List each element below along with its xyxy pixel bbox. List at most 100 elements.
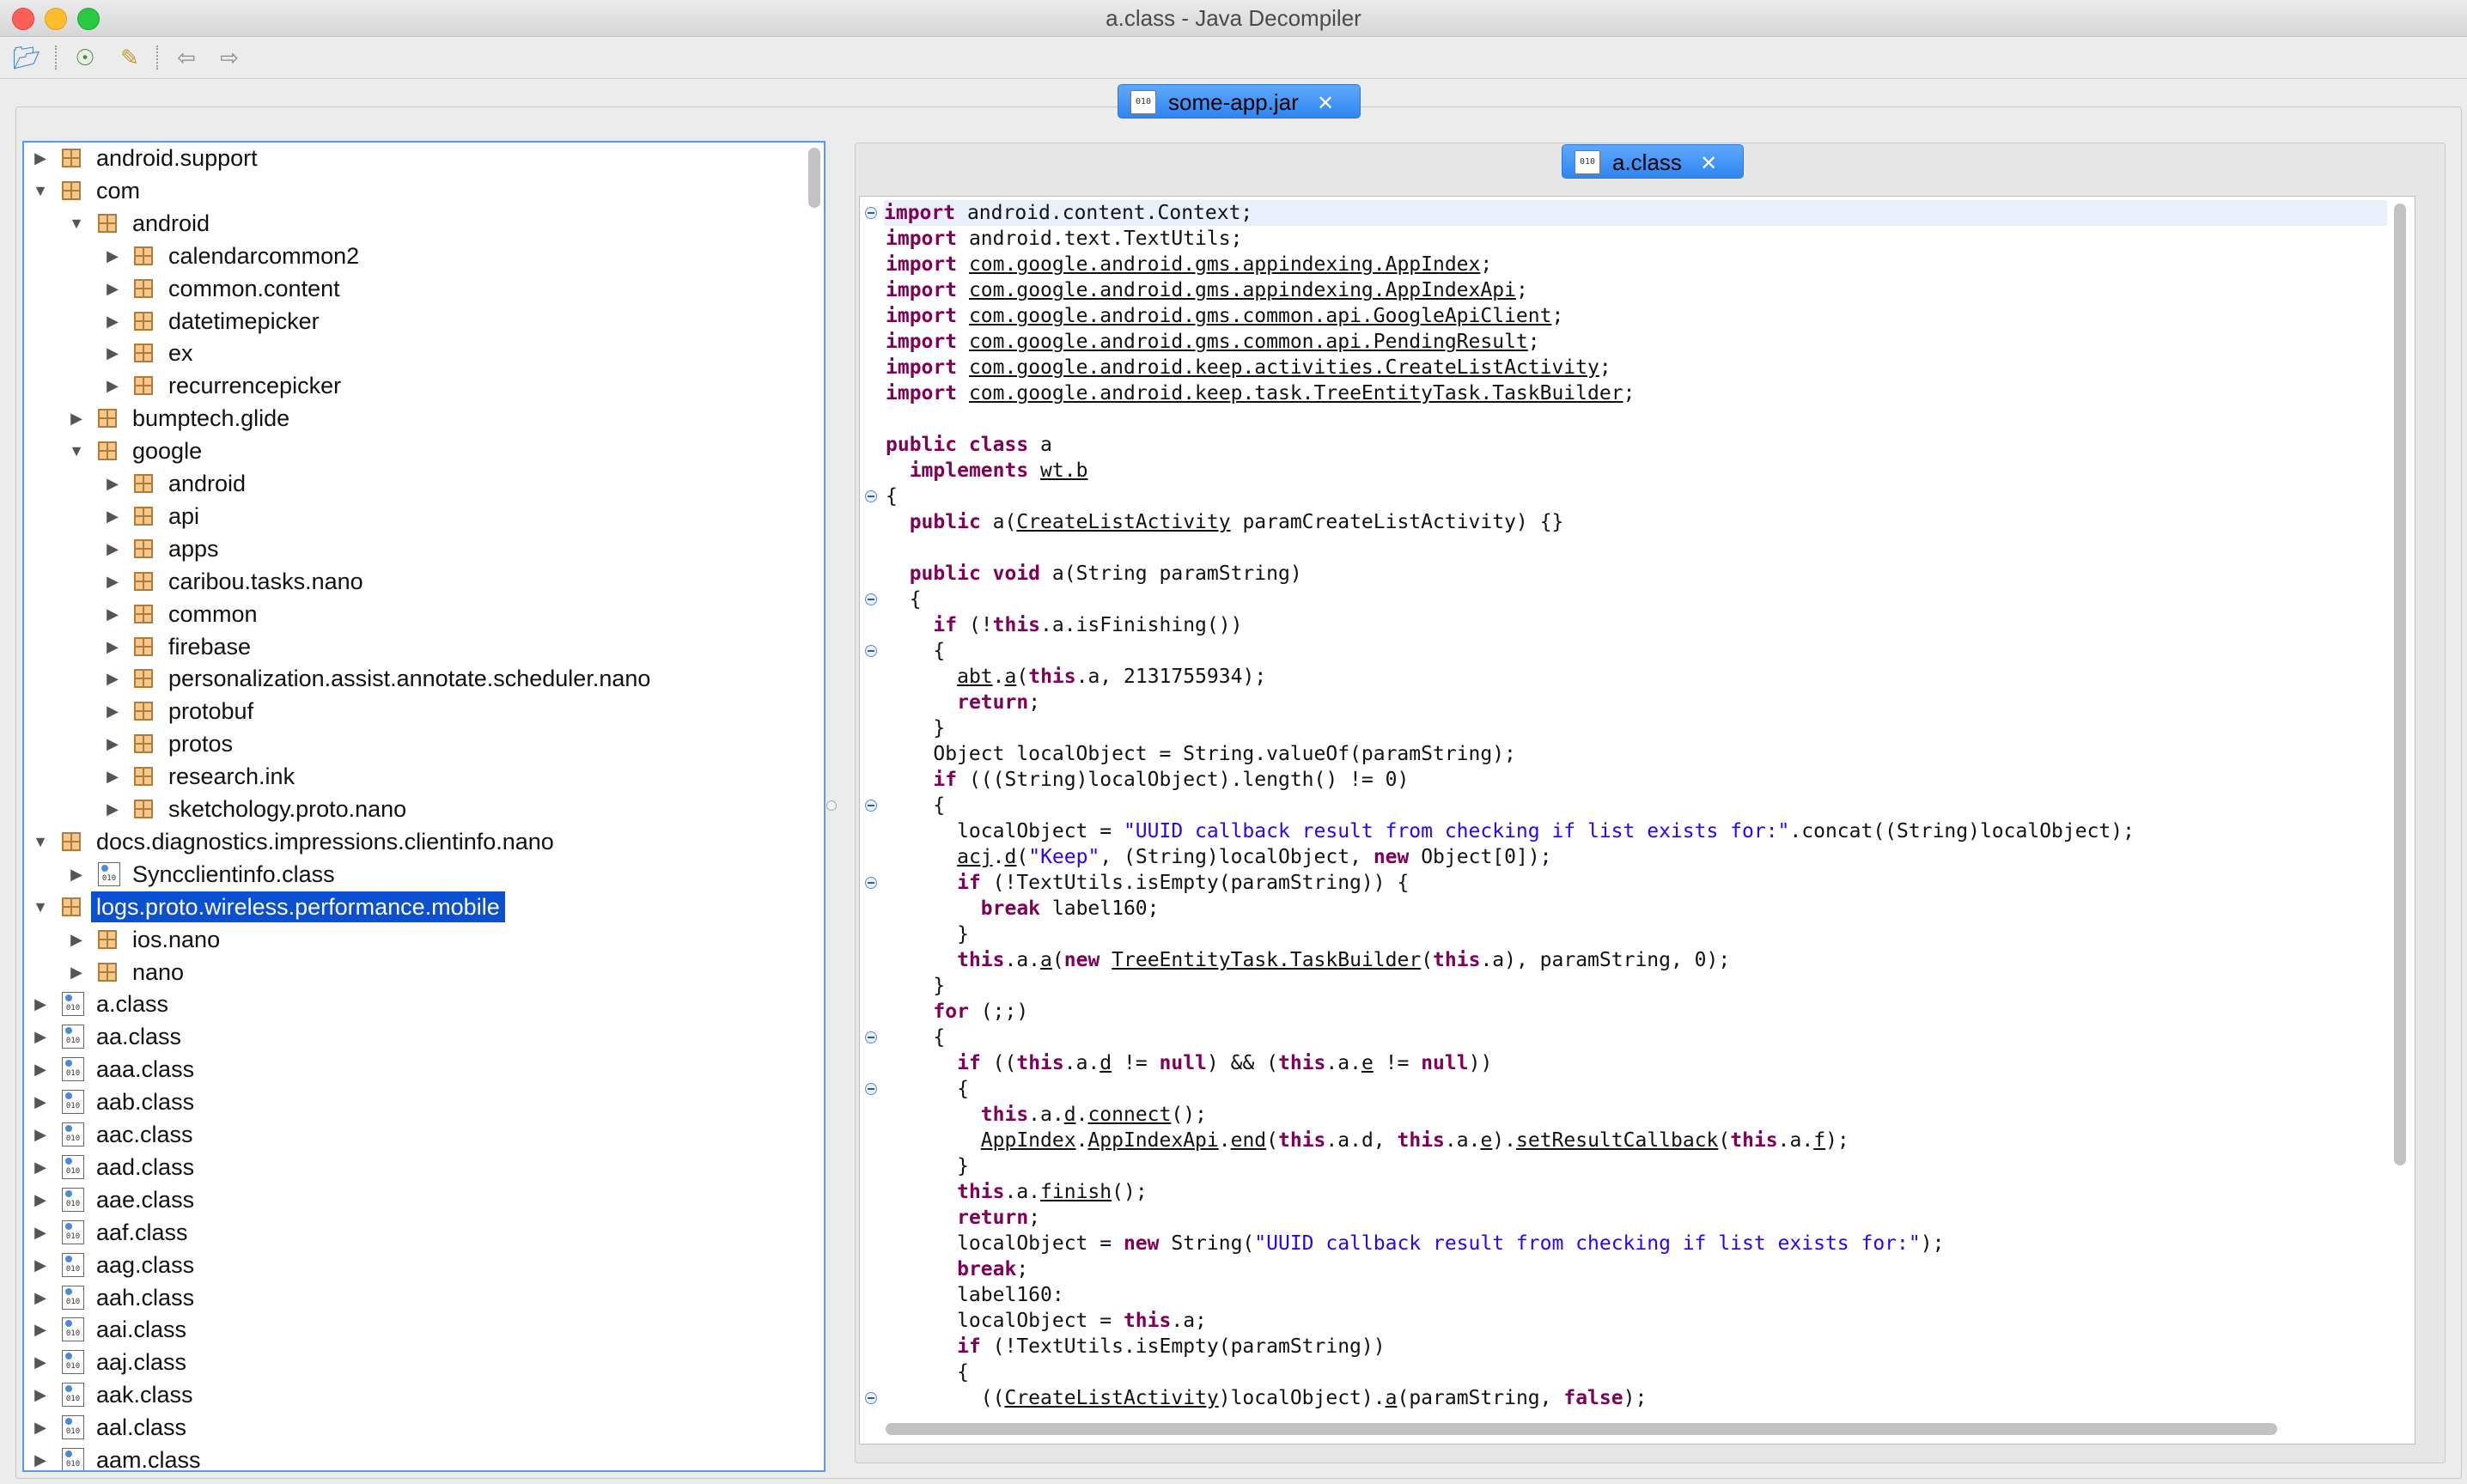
- tree-class-item[interactable]: ▶ 010 aam.class: [31, 1444, 201, 1470]
- collapsed-arrow-icon[interactable]: ▶: [31, 1282, 50, 1313]
- search-icon[interactable]: ✎: [115, 44, 144, 71]
- tree-package-item[interactable]: ▶ sketchology.proto.nano: [103, 794, 406, 824]
- collapsed-arrow-icon[interactable]: ▶: [103, 761, 122, 792]
- collapsed-arrow-icon[interactable]: ▶: [31, 143, 50, 173]
- tree-package-item[interactable]: ▶ api: [103, 501, 199, 532]
- collapsed-arrow-icon[interactable]: ▶: [31, 988, 50, 1019]
- tree-class-item[interactable]: ▶ 010 aa.class: [31, 1021, 181, 1052]
- fold-toggle-icon[interactable]: [865, 800, 877, 812]
- collapsed-arrow-icon[interactable]: ▶: [103, 338, 122, 368]
- tree-class-item[interactable]: ▶ 010 aad.class: [31, 1152, 194, 1183]
- tree-class-item[interactable]: ▶ 010 aaa.class: [31, 1054, 194, 1085]
- fold-toggle-icon[interactable]: [865, 207, 877, 219]
- tree-package-item[interactable]: ▶ personalization.assist.annotate.schedul…: [103, 663, 650, 694]
- fold-toggle-icon[interactable]: [865, 1392, 877, 1404]
- collapsed-arrow-icon[interactable]: ▶: [31, 1054, 50, 1085]
- collapsed-arrow-icon[interactable]: ▶: [67, 924, 86, 955]
- collapsed-arrow-icon[interactable]: ▶: [31, 1184, 50, 1215]
- collapsed-arrow-icon[interactable]: ▶: [67, 957, 86, 988]
- tree-package-item[interactable]: ▼ android: [67, 208, 210, 239]
- expanded-arrow-icon[interactable]: ▼: [67, 208, 86, 239]
- tree-package-item[interactable]: ▶ android: [103, 468, 246, 499]
- tree-package-item[interactable]: ▶ caribou.tasks.nano: [103, 566, 363, 597]
- tree-class-item[interactable]: ▶ 010 aab.class: [31, 1086, 194, 1117]
- tree-package-item[interactable]: ▶ recurrencepicker: [103, 370, 341, 401]
- tree-class-item[interactable]: ▶ 010 aal.class: [31, 1412, 186, 1443]
- tree-package-item[interactable]: ▶ firebase: [103, 631, 251, 662]
- tree-class-item[interactable]: ▶ 010 aae.class: [31, 1184, 194, 1215]
- tree-package-item[interactable]: ▶ calendarcommon2: [103, 240, 359, 271]
- tree-class-item[interactable]: ▶ 010 aai.class: [31, 1314, 186, 1345]
- collapsed-arrow-icon[interactable]: ▶: [31, 1250, 50, 1280]
- collapsed-arrow-icon[interactable]: ▶: [103, 566, 122, 597]
- collapsed-arrow-icon[interactable]: ▶: [103, 273, 122, 304]
- tree-scrollbar[interactable]: [808, 148, 820, 208]
- tree-package-item[interactable]: ▶ common: [103, 599, 257, 629]
- fold-toggle-icon[interactable]: [865, 1083, 877, 1095]
- fold-toggle-icon[interactable]: [865, 645, 877, 657]
- code-vertical-scrollbar[interactable]: [2394, 204, 2406, 1165]
- package-tree[interactable]: ▶ android.support ▼ com ▼ android ▶ calendarcom…: [22, 141, 825, 1472]
- tree-package-item[interactable]: ▶ research.ink: [103, 761, 295, 792]
- collapsed-arrow-icon[interactable]: ▶: [31, 1347, 50, 1378]
- collapsed-arrow-icon[interactable]: ▶: [31, 1119, 50, 1150]
- fold-toggle-icon[interactable]: [865, 490, 877, 502]
- tab-some-app-jar[interactable]: 010 some-app.jar ✕: [1118, 84, 1361, 119]
- collapsed-arrow-icon[interactable]: ▶: [103, 370, 122, 401]
- tree-package-item[interactable]: ▼ logs.proto.wireless.performance.mobile: [31, 891, 505, 922]
- collapsed-arrow-icon[interactable]: ▶: [103, 631, 122, 662]
- collapsed-arrow-icon[interactable]: ▶: [103, 599, 122, 629]
- collapsed-arrow-icon[interactable]: ▶: [31, 1021, 50, 1052]
- tree-class-item[interactable]: ▶ 010 a.class: [31, 988, 168, 1019]
- tree-package-item[interactable]: ▼ google: [67, 435, 202, 466]
- tree-package-item[interactable]: ▶ protobuf: [103, 696, 253, 727]
- tree-package-item[interactable]: ▶ ex: [103, 338, 192, 368]
- tree-package-item[interactable]: ▶ protos: [103, 728, 233, 759]
- tree-package-item[interactable]: ▶ apps: [103, 533, 218, 564]
- tree-class-item[interactable]: ▶ 010 Syncclientinfo.class: [67, 859, 335, 890]
- close-icon[interactable]: ✕: [1700, 147, 1717, 181]
- tree-class-item[interactable]: ▶ 010 aak.class: [31, 1379, 192, 1410]
- expanded-arrow-icon[interactable]: ▼: [31, 175, 50, 206]
- close-icon[interactable]: ✕: [1317, 87, 1334, 121]
- fold-toggle-icon[interactable]: [865, 593, 877, 605]
- expanded-arrow-icon[interactable]: ▼: [67, 435, 86, 466]
- collapsed-arrow-icon[interactable]: ▶: [31, 1379, 50, 1410]
- collapsed-arrow-icon[interactable]: ▶: [31, 1152, 50, 1183]
- expanded-arrow-icon[interactable]: ▼: [31, 826, 50, 857]
- tree-package-item[interactable]: ▶ common.content: [103, 273, 340, 304]
- collapsed-arrow-icon[interactable]: ▶: [103, 696, 122, 727]
- back-arrow-icon[interactable]: ⇦: [172, 44, 201, 71]
- tree-package-item[interactable]: ▶ nano: [67, 957, 184, 988]
- tree-class-item[interactable]: ▶ 010 aaf.class: [31, 1217, 187, 1248]
- tree-package-item[interactable]: ▶ datetimepicker: [103, 306, 320, 337]
- open-type-icon[interactable]: ☉: [70, 44, 100, 71]
- collapsed-arrow-icon[interactable]: ▶: [103, 728, 122, 759]
- collapsed-arrow-icon[interactable]: ▶: [31, 1314, 50, 1345]
- tree-class-item[interactable]: ▶ 010 aag.class: [31, 1250, 194, 1280]
- tree-class-item[interactable]: ▶ 010 aac.class: [31, 1119, 192, 1150]
- collapsed-arrow-icon[interactable]: ▶: [31, 1217, 50, 1248]
- collapsed-arrow-icon[interactable]: ▶: [103, 533, 122, 564]
- fold-toggle-icon[interactable]: [865, 1031, 877, 1043]
- collapsed-arrow-icon[interactable]: ▶: [31, 1086, 50, 1117]
- tab-a-class[interactable]: 010 a.class ✕: [1562, 144, 1745, 181]
- splitter-handle[interactable]: [826, 800, 837, 811]
- code-horizontal-scrollbar[interactable]: [886, 1423, 2277, 1435]
- tree-package-item[interactable]: ▶ bumptech.glide: [67, 403, 289, 434]
- tree-package-item[interactable]: ▶ ios.nano: [67, 924, 220, 955]
- collapsed-arrow-icon[interactable]: ▶: [103, 306, 122, 337]
- collapsed-arrow-icon[interactable]: ▶: [103, 240, 122, 271]
- collapsed-arrow-icon[interactable]: ▶: [31, 1444, 50, 1470]
- tree-class-item[interactable]: ▶ 010 aaj.class: [31, 1347, 186, 1378]
- fold-toggle-icon[interactable]: [865, 877, 877, 889]
- tree-package-item[interactable]: ▼ com: [31, 175, 140, 206]
- collapsed-arrow-icon[interactable]: ▶: [31, 1412, 50, 1443]
- tree-package-item[interactable]: ▼ docs.diagnostics.impressions.clientinfo…: [31, 826, 554, 857]
- code-editor[interactable]: import android.content.Context; import an…: [859, 196, 2415, 1444]
- open-file-icon[interactable]: 📂︎: [12, 44, 41, 71]
- expanded-arrow-icon[interactable]: ▼: [31, 891, 50, 922]
- tree-class-item[interactable]: ▶ 010 aah.class: [31, 1282, 194, 1313]
- tree-package-item[interactable]: ▶ android.support: [31, 143, 258, 173]
- forward-arrow-icon[interactable]: ⇨: [215, 44, 244, 71]
